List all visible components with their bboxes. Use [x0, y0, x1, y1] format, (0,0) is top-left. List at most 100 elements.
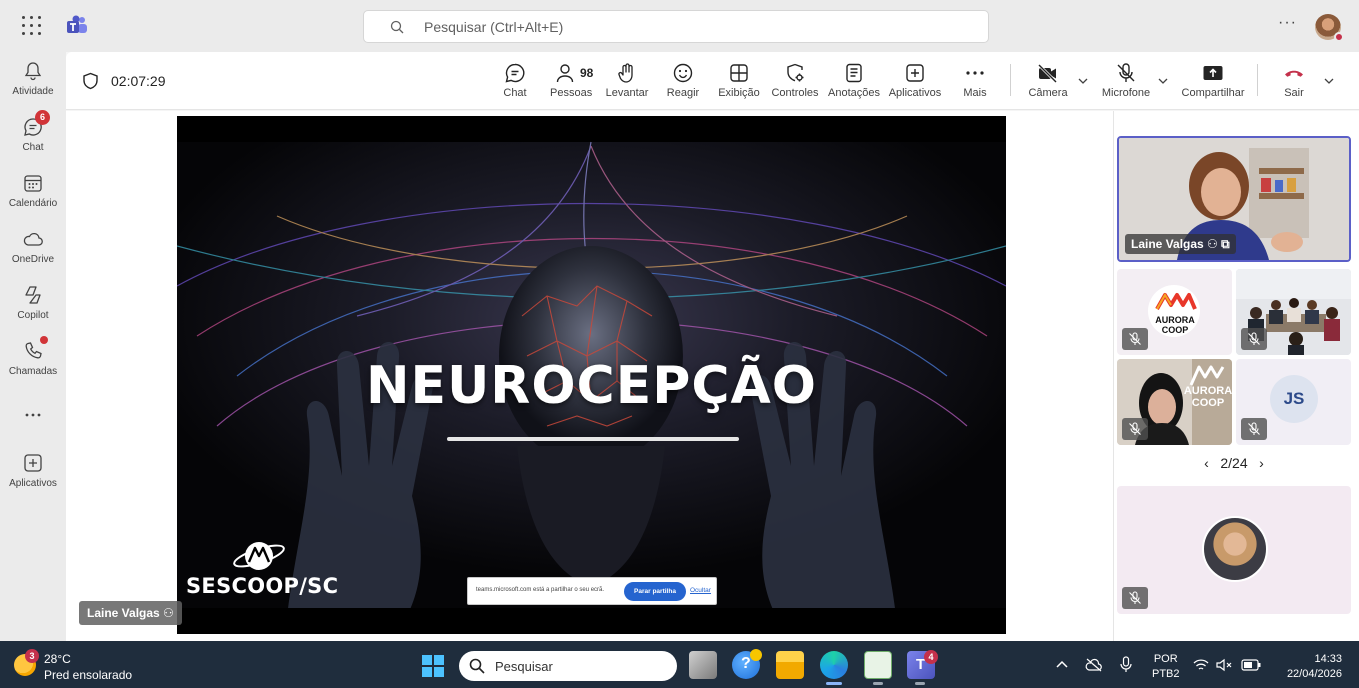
mic-options-chevron-icon[interactable]	[1158, 77, 1168, 85]
rail-item-atividade[interactable]: Atividade	[0, 60, 66, 110]
clock-date: 22/04/2026	[1286, 668, 1342, 680]
share-screen-icon	[1203, 66, 1223, 80]
controls-button[interactable]: Controles	[771, 62, 819, 106]
layout-grid-icon	[730, 64, 748, 82]
hide-notice-link[interactable]: Ocultar	[690, 587, 711, 594]
plus-square-icon	[906, 64, 924, 82]
show-hidden-icons-chevron-icon[interactable]	[1055, 658, 1069, 672]
shield-icon[interactable]	[82, 72, 99, 90]
taskbar-search-input[interactable]: Pesquisar	[459, 651, 677, 681]
muted-indicator	[1122, 587, 1148, 609]
people-button[interactable]: 98 Pessoas	[550, 62, 593, 106]
participant-tile[interactable]	[1236, 269, 1351, 355]
self-view-tile[interactable]	[1117, 486, 1351, 614]
microphone-in-use-icon[interactable]	[1119, 656, 1133, 674]
slide-title: NEUROCEPÇÃO	[366, 356, 817, 416]
speaker-name-tag: Laine Valgas ⚇ ⧉	[1125, 234, 1236, 254]
rail-item-calendario[interactable]: Calendário	[0, 172, 66, 222]
weather-badge: 3	[25, 649, 39, 663]
toolbar-divider	[1257, 64, 1258, 96]
task-view-icon[interactable]	[689, 651, 717, 679]
settings-more-button[interactable]: ···	[1278, 14, 1297, 32]
windows-start-button[interactable]	[422, 655, 444, 677]
copilot-icon	[25, 286, 41, 304]
file-explorer-icon[interactable]	[776, 651, 804, 679]
tool-label: Anotações	[828, 87, 880, 99]
shield-gear-icon	[787, 63, 804, 82]
weather-temperature[interactable]: 28°C	[44, 652, 71, 666]
tool-label: Sair	[1284, 87, 1304, 99]
participant-tile[interactable]: AURORA COOP	[1117, 359, 1232, 445]
meeting-toolbar: 02:07:29 Chat 98 Pessoas Levantar Reagir…	[66, 52, 1359, 110]
leave-button[interactable]: Sair	[1278, 62, 1310, 106]
spreadsheet-app-icon[interactable]	[864, 651, 892, 679]
language-code: POR	[1153, 653, 1178, 665]
teams-logo-icon	[67, 15, 87, 33]
rail-label: Atividade	[12, 86, 54, 97]
participant-initials-avatar: JS	[1270, 375, 1318, 423]
cloud-icon	[23, 232, 43, 246]
rail-item-onedrive[interactable]: OneDrive	[0, 228, 66, 278]
bell-icon	[24, 62, 42, 81]
participant-logo-text: AURORA COOP	[1155, 315, 1195, 335]
participant-tile[interactable]: AURORA COOP	[1117, 269, 1232, 355]
speaker-name: Laine Valgas	[1131, 237, 1204, 251]
chat-icon	[505, 63, 525, 83]
wifi-icon[interactable]	[1193, 658, 1209, 672]
rail-item-chamadas[interactable]: Chamadas	[0, 336, 66, 390]
edge-browser-icon[interactable]	[820, 651, 848, 679]
system-clock[interactable]: 14:33 22/04/2026	[1276, 652, 1342, 682]
meeting-stage: NEUROCEPÇÃO SESCOOP/SC teams.microsoft.c…	[66, 111, 1113, 641]
hand-icon	[618, 63, 633, 83]
rail-item-aplicativos[interactable]: Aplicativos	[0, 452, 66, 502]
slide-title-underline	[447, 437, 739, 441]
tool-label: Reagir	[666, 87, 700, 99]
battery-icon[interactable]	[1241, 659, 1261, 671]
microphone-button[interactable]: Microfone	[1100, 62, 1152, 106]
leave-options-chevron-icon[interactable]	[1324, 77, 1334, 85]
more-icon	[966, 71, 984, 75]
raise-hand-button[interactable]: Levantar	[604, 62, 650, 106]
taskbar-search-label: Pesquisar	[495, 659, 553, 674]
speaker-muted-icon[interactable]	[1216, 658, 1232, 672]
participant-logo-text: AURORA COOP	[1183, 385, 1232, 409]
stop-sharing-button[interactable]: Parar partilha	[624, 582, 686, 601]
weather-condition[interactable]: Pred ensolarado	[44, 668, 132, 682]
react-button[interactable]: Reagir	[664, 62, 702, 106]
clock-time: 14:33	[1314, 653, 1342, 665]
camera-options-chevron-icon[interactable]	[1078, 77, 1088, 85]
apps-button[interactable]: Aplicativos	[888, 62, 942, 106]
running-app-indicator	[873, 682, 883, 685]
running-app-indicator	[915, 682, 925, 685]
input-language-indicator[interactable]: POR PTB2	[1152, 652, 1180, 682]
profile-avatar[interactable]	[1315, 14, 1344, 42]
search-placeholder: Pesquisar (Ctrl+Alt+E)	[424, 19, 564, 35]
previous-page-chevron-icon[interactable]: ‹	[1196, 455, 1216, 471]
presenter-name-tag: Laine Valgas ⚇	[79, 601, 182, 625]
chat-button[interactable]: Chat	[498, 62, 532, 106]
muted-indicator	[1122, 418, 1148, 440]
more-button[interactable]: Mais	[958, 62, 992, 106]
gallery-pager: ‹ 2/24 ›	[1114, 455, 1354, 471]
notes-icon	[846, 63, 862, 83]
notes-button[interactable]: Anotações	[828, 62, 880, 106]
camera-button[interactable]: Câmera	[1028, 62, 1068, 106]
view-button[interactable]: Exibição	[718, 62, 760, 106]
next-page-chevron-icon[interactable]: ›	[1252, 455, 1272, 471]
phone-icon	[25, 342, 42, 359]
cloud-off-icon[interactable]	[1085, 657, 1103, 673]
active-speaker-tile[interactable]: Laine Valgas ⚇ ⧉	[1117, 136, 1351, 262]
mic-off-icon	[1248, 332, 1260, 345]
app-launcher-icon[interactable]	[22, 16, 42, 36]
rail-item-copilot[interactable]: Copilot	[0, 284, 66, 334]
share-button[interactable]: Compartilhar	[1180, 62, 1246, 106]
teams-window: Pesquisar (Ctrl+Alt+E) ··· Atividade 6 C…	[0, 0, 1359, 641]
keyboard-layout: PTB2	[1152, 668, 1180, 680]
rail-label: Copilot	[17, 310, 49, 321]
rail-item-chat[interactable]: 6 Chat	[0, 110, 66, 166]
mic-off-icon	[1129, 591, 1141, 604]
self-avatar	[1202, 516, 1268, 582]
rail-more-button[interactable]	[0, 404, 66, 424]
participant-tile[interactable]: JS	[1236, 359, 1351, 445]
search-input[interactable]: Pesquisar (Ctrl+Alt+E)	[363, 10, 989, 43]
